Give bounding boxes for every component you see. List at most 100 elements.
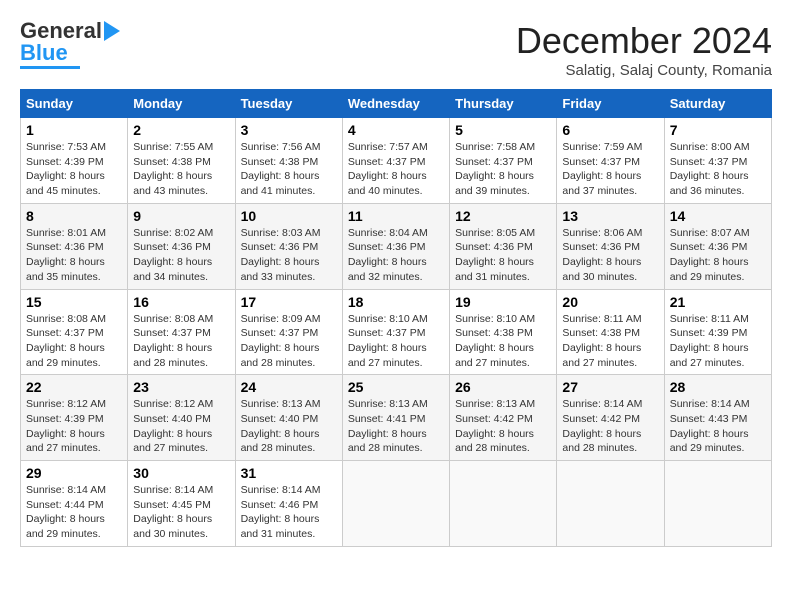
day-number: 31 (241, 465, 337, 481)
location-subtitle: Salatig, Salaj County, Romania (516, 62, 772, 79)
calendar-cell: 8Sunrise: 8:01 AMSunset: 4:36 PMDaylight… (21, 203, 128, 289)
day-info: Sunrise: 7:53 AMSunset: 4:39 PMDaylight:… (26, 140, 122, 199)
calendar-cell: 20 Sunrise: 8:11 AMSunset: 4:38 PMDayligh… (557, 289, 664, 375)
day-number: 17 (241, 294, 337, 310)
day-info: Sunrise: 8:10 AMSunset: 4:38 PMDaylight:… (455, 312, 551, 371)
calendar-cell: 12 Sunrise: 8:05 AMSunset: 4:36 PMDayligh… (450, 203, 557, 289)
calendar-table: SundayMondayTuesdayWednesdayThursdayFrid… (20, 89, 772, 547)
day-info: Sunrise: 8:00 AMSunset: 4:37 PMDaylight:… (670, 140, 766, 199)
calendar-cell: 13Sunrise: 8:06 AMSunset: 4:36 PMDayligh… (557, 203, 664, 289)
day-info: Sunrise: 8:14 AMSunset: 4:44 PMDaylight:… (26, 483, 122, 542)
calendar-cell (664, 461, 771, 547)
weekday-header: Friday (557, 90, 664, 118)
calendar-cell: 9Sunrise: 8:02 AMSunset: 4:36 PMDaylight… (128, 203, 235, 289)
logo-blue-text: Blue (20, 42, 68, 64)
weekday-header: Thursday (450, 90, 557, 118)
calendar-cell: 10 Sunrise: 8:03 AMSunset: 4:36 PMDayligh… (235, 203, 342, 289)
calendar-cell: 11 Sunrise: 8:04 AMSunset: 4:36 PMDayligh… (342, 203, 449, 289)
day-info: Sunrise: 8:11 AMSunset: 4:38 PMDaylight:… (562, 312, 658, 371)
page-header: General Blue December 2024 Salatig, Sala… (20, 20, 772, 79)
calendar-cell: 21 Sunrise: 8:11 AMSunset: 4:39 PMDayligh… (664, 289, 771, 375)
calendar-cell: 26Sunrise: 8:13 AMSunset: 4:42 PMDayligh… (450, 375, 557, 461)
calendar-cell: 14 Sunrise: 8:07 AMSunset: 4:36 PMDayligh… (664, 203, 771, 289)
logo: General Blue (20, 20, 120, 69)
calendar-cell: 4Sunrise: 7:57 AMSunset: 4:37 PMDaylight… (342, 118, 449, 204)
calendar-cell: 23 Sunrise: 8:12 AMSunset: 4:40 PMDayligh… (128, 375, 235, 461)
day-number: 24 (241, 379, 337, 395)
logo-text: General (20, 20, 102, 42)
title-area: December 2024 Salatig, Salaj County, Rom… (516, 20, 772, 79)
day-info: Sunrise: 7:58 AMSunset: 4:37 PMDaylight:… (455, 140, 551, 199)
day-info: Sunrise: 8:05 AMSunset: 4:36 PMDaylight:… (455, 226, 551, 285)
calendar-week-row: 22 Sunrise: 8:12 AMSunset: 4:39 PMDayligh… (21, 375, 772, 461)
day-number: 26 (455, 379, 551, 395)
calendar-week-row: 1Sunrise: 7:53 AMSunset: 4:39 PMDaylight… (21, 118, 772, 204)
calendar-cell (557, 461, 664, 547)
day-info: Sunrise: 7:56 AMSunset: 4:38 PMDaylight:… (241, 140, 337, 199)
day-number: 10 (241, 208, 337, 224)
calendar-cell: 29 Sunrise: 8:14 AMSunset: 4:44 PMDayligh… (21, 461, 128, 547)
weekday-header-row: SundayMondayTuesdayWednesdayThursdayFrid… (21, 90, 772, 118)
weekday-header: Wednesday (342, 90, 449, 118)
calendar-cell: 5 Sunrise: 7:58 AMSunset: 4:37 PMDaylight… (450, 118, 557, 204)
calendar-week-row: 8Sunrise: 8:01 AMSunset: 4:36 PMDaylight… (21, 203, 772, 289)
logo-underline (20, 66, 80, 69)
calendar-cell: 28 Sunrise: 8:14 AMSunset: 4:43 PMDayligh… (664, 375, 771, 461)
day-info: Sunrise: 8:08 AMSunset: 4:37 PMDaylight:… (26, 312, 122, 371)
day-number: 3 (241, 122, 337, 138)
day-info: Sunrise: 8:14 AMSunset: 4:43 PMDaylight:… (670, 397, 766, 456)
weekday-header: Tuesday (235, 90, 342, 118)
day-info: Sunrise: 8:11 AMSunset: 4:39 PMDaylight:… (670, 312, 766, 371)
day-info: Sunrise: 8:07 AMSunset: 4:36 PMDaylight:… (670, 226, 766, 285)
day-info: Sunrise: 8:02 AMSunset: 4:36 PMDaylight:… (133, 226, 229, 285)
calendar-cell: 2Sunrise: 7:55 AMSunset: 4:38 PMDaylight… (128, 118, 235, 204)
day-number: 30 (133, 465, 229, 481)
day-number: 29 (26, 465, 122, 481)
day-number: 25 (348, 379, 444, 395)
calendar-cell: 3 Sunrise: 7:56 AMSunset: 4:38 PMDaylight… (235, 118, 342, 204)
day-number: 18 (348, 294, 444, 310)
calendar-cell (450, 461, 557, 547)
day-info: Sunrise: 8:13 AMSunset: 4:41 PMDaylight:… (348, 397, 444, 456)
calendar-cell: 1Sunrise: 7:53 AMSunset: 4:39 PMDaylight… (21, 118, 128, 204)
day-info: Sunrise: 8:04 AMSunset: 4:36 PMDaylight:… (348, 226, 444, 285)
weekday-header: Monday (128, 90, 235, 118)
weekday-header: Saturday (664, 90, 771, 118)
day-number: 21 (670, 294, 766, 310)
day-number: 5 (455, 122, 551, 138)
day-number: 19 (455, 294, 551, 310)
month-title: December 2024 (516, 20, 772, 62)
calendar-cell: 31Sunrise: 8:14 AMSunset: 4:46 PMDayligh… (235, 461, 342, 547)
day-info: Sunrise: 8:03 AMSunset: 4:36 PMDaylight:… (241, 226, 337, 285)
calendar-week-row: 29 Sunrise: 8:14 AMSunset: 4:44 PMDayligh… (21, 461, 772, 547)
day-number: 11 (348, 208, 444, 224)
calendar-cell: 19 Sunrise: 8:10 AMSunset: 4:38 PMDayligh… (450, 289, 557, 375)
calendar-cell: 15 Sunrise: 8:08 AMSunset: 4:37 PMDayligh… (21, 289, 128, 375)
day-info: Sunrise: 8:10 AMSunset: 4:37 PMDaylight:… (348, 312, 444, 371)
day-info: Sunrise: 8:14 AMSunset: 4:42 PMDaylight:… (562, 397, 658, 456)
day-info: Sunrise: 8:12 AMSunset: 4:40 PMDaylight:… (133, 397, 229, 456)
day-number: 23 (133, 379, 229, 395)
day-info: Sunrise: 8:01 AMSunset: 4:36 PMDaylight:… (26, 226, 122, 285)
day-info: Sunrise: 8:06 AMSunset: 4:36 PMDaylight:… (562, 226, 658, 285)
weekday-header: Sunday (21, 90, 128, 118)
day-number: 22 (26, 379, 122, 395)
day-number: 12 (455, 208, 551, 224)
day-number: 2 (133, 122, 229, 138)
day-number: 16 (133, 294, 229, 310)
day-number: 20 (562, 294, 658, 310)
day-number: 15 (26, 294, 122, 310)
calendar-cell: 17 Sunrise: 8:09 AMSunset: 4:37 PMDayligh… (235, 289, 342, 375)
calendar-cell: 27Sunrise: 8:14 AMSunset: 4:42 PMDayligh… (557, 375, 664, 461)
day-number: 14 (670, 208, 766, 224)
day-info: Sunrise: 8:14 AMSunset: 4:45 PMDaylight:… (133, 483, 229, 542)
day-info: Sunrise: 8:08 AMSunset: 4:37 PMDaylight:… (133, 312, 229, 371)
day-number: 6 (562, 122, 658, 138)
day-info: Sunrise: 8:13 AMSunset: 4:40 PMDaylight:… (241, 397, 337, 456)
calendar-cell: 16 Sunrise: 8:08 AMSunset: 4:37 PMDayligh… (128, 289, 235, 375)
day-info: Sunrise: 8:12 AMSunset: 4:39 PMDaylight:… (26, 397, 122, 456)
calendar-cell (342, 461, 449, 547)
day-info: Sunrise: 8:09 AMSunset: 4:37 PMDaylight:… (241, 312, 337, 371)
calendar-cell: 25 Sunrise: 8:13 AMSunset: 4:41 PMDayligh… (342, 375, 449, 461)
day-number: 28 (670, 379, 766, 395)
